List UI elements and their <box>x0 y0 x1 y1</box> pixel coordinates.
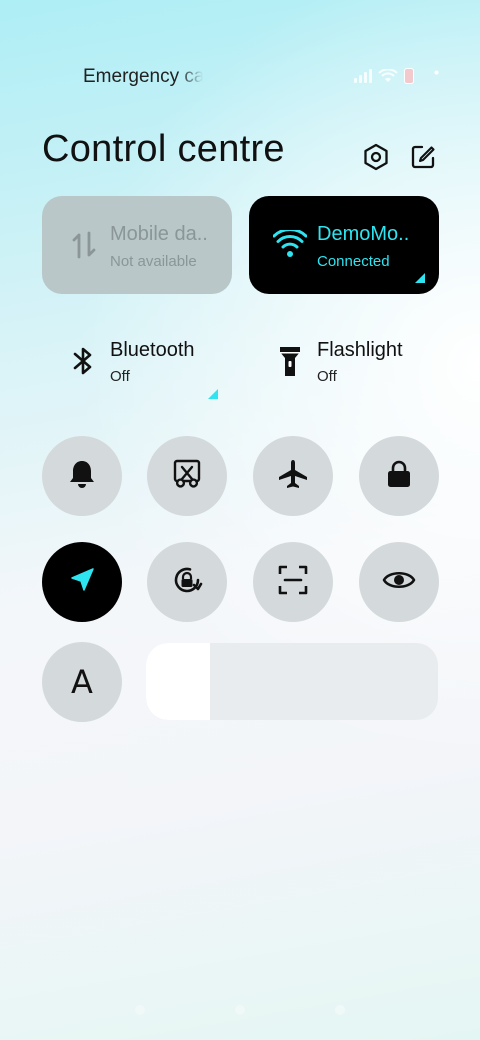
status-icons <box>354 66 439 86</box>
location-icon <box>68 566 96 599</box>
text-size-label: A <box>71 663 93 701</box>
dot-icon <box>434 70 439 75</box>
airplane-icon <box>277 458 309 495</box>
flashlight-tile[interactable]: Flashlight Off <box>249 330 439 400</box>
nav-dot <box>335 1005 345 1015</box>
text-size-button[interactable]: A <box>42 642 122 722</box>
flashlight-label: Flashlight <box>317 339 403 361</box>
flashlight-status: Off <box>317 368 337 385</box>
bluetooth-status: Off <box>110 368 130 385</box>
lock-icon <box>385 459 413 494</box>
carrier-text: Emergency calls only <box>83 66 203 87</box>
wifi-icon <box>378 69 398 83</box>
reading-mode-toggle[interactable] <box>359 542 439 622</box>
edit-button[interactable] <box>408 144 438 174</box>
page-indicator <box>0 1005 480 1019</box>
rotation-lock-toggle[interactable] <box>147 542 227 622</box>
airplane-mode-toggle[interactable] <box>253 436 333 516</box>
mobile-data-label: Mobile da.. <box>110 223 208 245</box>
flashlight-icon <box>275 344 305 378</box>
lock-screen-toggle[interactable] <box>359 436 439 516</box>
eye-icon <box>382 568 416 597</box>
status-bar: Emergency calls only <box>0 60 480 94</box>
screenshot-icon <box>172 459 202 494</box>
mobile-data-tile[interactable]: Mobile da.. Not available <box>42 196 232 294</box>
bluetooth-tile[interactable]: Bluetooth Off <box>42 330 232 400</box>
wifi-status: Connected <box>317 253 390 270</box>
settings-button[interactable] <box>361 143 391 176</box>
mobile-data-status: Not available <box>110 253 197 270</box>
hexagon-settings-icon <box>363 143 389 176</box>
expand-corner-icon <box>208 386 218 399</box>
nav-dot <box>235 1005 245 1015</box>
brightness-slider[interactable] <box>146 643 438 720</box>
expand-corner-icon <box>415 270 425 283</box>
nav-dot <box>135 1005 145 1015</box>
page-title: Control centre <box>42 128 285 170</box>
bluetooth-icon <box>68 344 98 378</box>
bell-icon <box>68 459 96 494</box>
screenshot-toggle[interactable] <box>147 436 227 516</box>
location-toggle[interactable] <box>42 542 122 622</box>
wifi-tile[interactable]: DemoMo.. Connected <box>249 196 439 294</box>
wifi-network-label: DemoMo.. <box>317 223 410 245</box>
battery-icon <box>404 68 414 84</box>
data-arrows-icon <box>68 229 100 261</box>
scanner-toggle[interactable] <box>253 542 333 622</box>
rotation-lock-icon <box>170 563 204 602</box>
bluetooth-label: Bluetooth <box>110 339 195 361</box>
wifi-icon <box>272 228 308 262</box>
brightness-fill <box>146 643 211 720</box>
signal-icon <box>354 69 372 83</box>
edit-icon <box>410 144 436 175</box>
scan-icon <box>278 565 308 600</box>
ring-toggle[interactable] <box>42 436 122 516</box>
